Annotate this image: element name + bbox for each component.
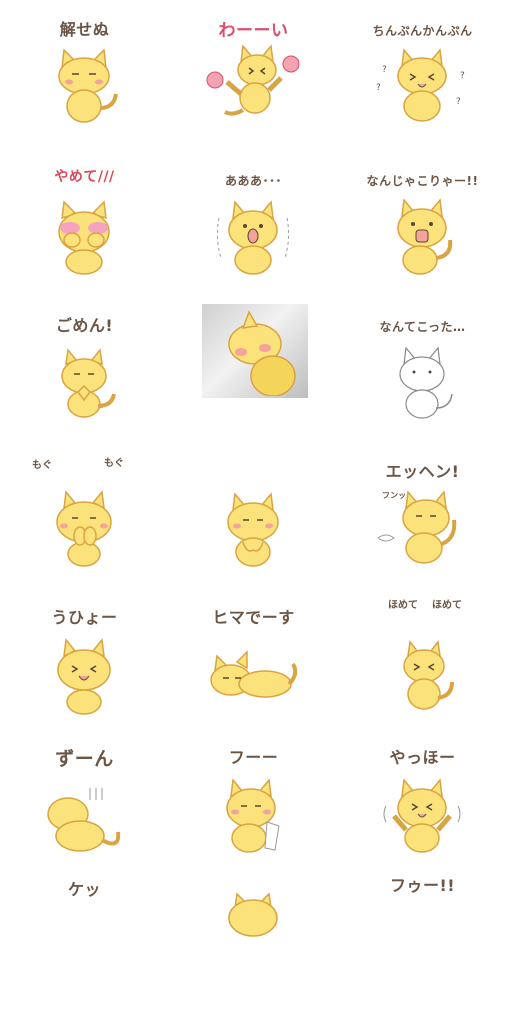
cat-sitting-icon — [227, 492, 279, 567]
sticker-label: ヒマでーす — [212, 608, 295, 627]
cat-against-glass-icon — [228, 310, 296, 396]
sticker-side-text: ほめて — [388, 600, 418, 611]
sticker-cell[interactable]: フーー — [169, 728, 338, 873]
sticker-label: ケッ — [67, 880, 101, 899]
cat-praise-me-icon — [403, 640, 454, 710]
sticker-cell[interactable] — [169, 868, 338, 1013]
svg-text:?: ? — [456, 97, 461, 107]
cat-chewing-icon — [56, 490, 112, 567]
svg-text:?: ? — [460, 71, 465, 81]
sticker-cell[interactable]: エッヘン! フンッ — [338, 442, 507, 587]
sticker-cell[interactable]: フゥー!! — [338, 868, 507, 1013]
sticker-cell[interactable]: わーーい — [169, 0, 338, 145]
sticker-cell[interactable]: やっほー — [338, 728, 507, 873]
sticker-label: うひょー — [51, 608, 118, 627]
cat-shy-icon — [58, 200, 110, 275]
cat-lying-down-icon — [210, 650, 298, 698]
sticker-cell[interactable]: ほめて ほめて — [338, 588, 507, 733]
sticker-label: エッヘン! — [385, 462, 460, 481]
svg-text:?: ? — [376, 83, 381, 93]
cat-apologizing-icon — [61, 348, 116, 418]
sticker-cell[interactable] — [169, 296, 338, 441]
cat-depressed-icon — [47, 788, 121, 852]
cat-sticker-icon — [58, 48, 118, 123]
sticker-cell[interactable]: ずーん — [0, 728, 169, 873]
sticker-cell[interactable]: ケッ — [0, 868, 169, 1013]
sticker-label: ちんぷんかんぷん — [372, 24, 473, 38]
white-cat-icon — [399, 346, 453, 419]
svg-text:?: ? — [382, 65, 387, 75]
sticker-label: フゥー!! — [389, 876, 456, 895]
cat-cheering-icon — [206, 44, 300, 116]
cat-surprised-icon — [397, 198, 453, 275]
sticker-cell[interactable]: ヒマでーす — [169, 588, 338, 733]
sticker-cell[interactable]: あああ･･･ — [169, 150, 338, 295]
sticker-label: やめて/// — [54, 169, 115, 185]
sticker-cell[interactable] — [169, 442, 338, 587]
sticker-side-text: ほめて — [432, 600, 462, 611]
sticker-grid: 解せぬ わーーい ちんぷんかんぷん ? ? ? ? やめて/// あああ･･･ … — [0, 0, 507, 937]
cat-sticker-icon — [228, 892, 278, 937]
sticker-label: なんじゃこりゃー!! — [366, 174, 479, 188]
sticker-cell[interactable]: 解せぬ — [0, 0, 169, 145]
cat-confused-icon: ? ? ? ? — [376, 48, 465, 122]
sticker-cell[interactable]: うひょー — [0, 588, 169, 733]
sticker-cell[interactable]: ちんぷんかんぷん ? ? ? ? — [338, 0, 507, 145]
sticker-cell[interactable]: もぐ もぐ — [0, 442, 169, 587]
cat-excited-icon — [57, 638, 111, 715]
cat-shocked-icon — [216, 200, 290, 275]
sticker-label: 解せぬ — [59, 20, 110, 39]
cat-wiping-sweat-icon — [226, 778, 280, 853]
sticker-cell[interactable]: やめて/// — [0, 150, 169, 295]
sticker-cell[interactable]: なんじゃこりゃー!! — [338, 150, 507, 295]
sticker-cell[interactable]: ごめん! — [0, 296, 169, 441]
sticker-cell[interactable]: なんてこった… — [338, 296, 507, 441]
sticker-label: ごめん! — [55, 316, 114, 335]
sticker-side-text: もぐ — [104, 458, 124, 469]
sticker-side-text: もぐ — [32, 460, 52, 471]
sticker-label: あああ･･･ — [224, 174, 282, 188]
sticker-label: なんてこった… — [379, 320, 466, 334]
cat-proud-icon — [377, 490, 457, 564]
sticker-label: やっほー — [389, 748, 456, 767]
cat-waving-icon — [383, 778, 461, 853]
sticker-label: フーー — [228, 748, 279, 767]
